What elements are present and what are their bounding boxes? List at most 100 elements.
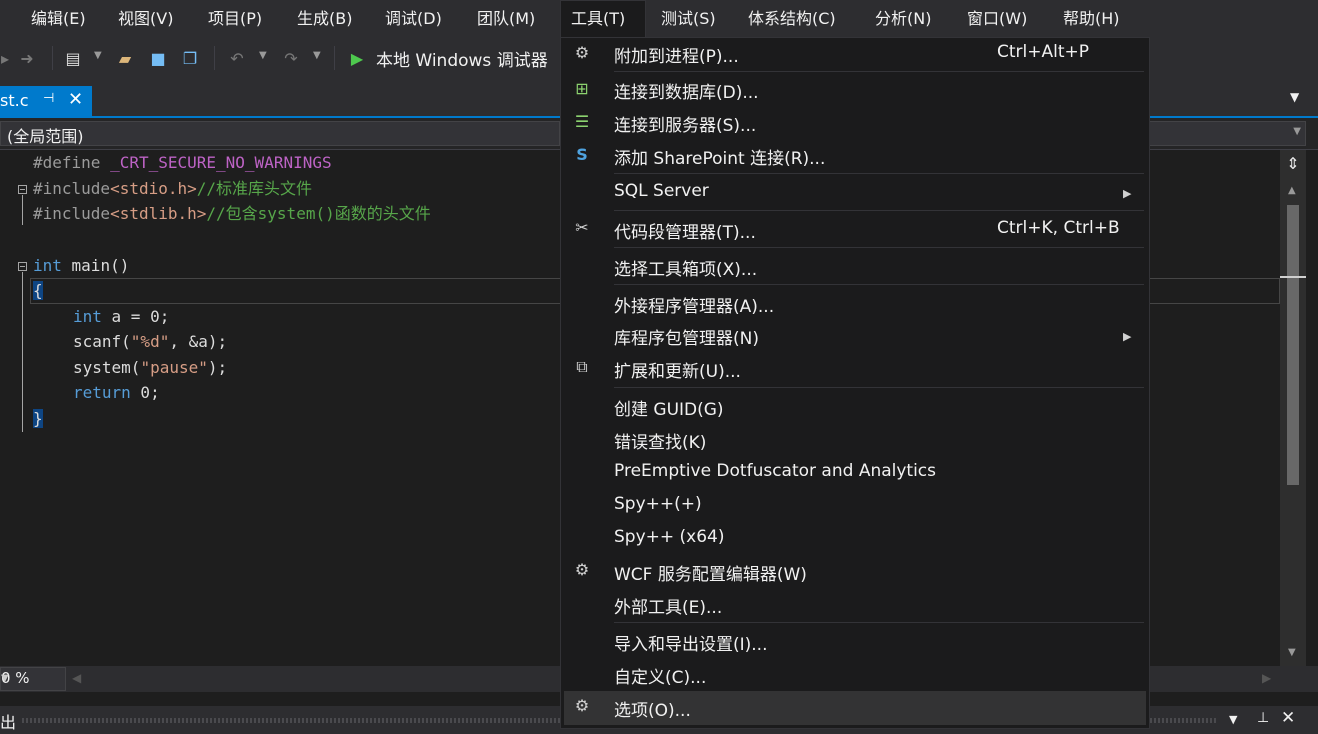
tools-menu-dropdown: ⚙ 附加到进程(P)... Ctrl+Alt+P ⊞ 连接到数据库(D)... …	[560, 37, 1150, 729]
menu-item-dotfuscator[interactable]: PreEmptive Dotfuscator and Analytics	[561, 456, 1149, 489]
extensions-icon: ⧉	[576, 357, 588, 376]
menu-separator	[614, 210, 1144, 211]
menu-window[interactable]: 窗口(W)	[957, 0, 1037, 38]
menu-separator	[614, 387, 1144, 388]
scroll-up-icon[interactable]: ▲	[1288, 185, 1296, 196]
toolbar-separator	[334, 46, 335, 70]
menu-separator	[614, 173, 1144, 174]
menu-separator	[614, 247, 1144, 248]
menu-item-external-tools[interactable]: 外部工具(E)...	[561, 588, 1149, 621]
menu-separator	[614, 284, 1144, 285]
save-all-icon[interactable]: ❐	[179, 47, 201, 69]
fold-toggle-icon[interactable]	[18, 262, 27, 271]
chevron-down-icon[interactable]: ▼	[1229, 713, 1237, 726]
menu-item-library-package-manager[interactable]: 库程序包管理器(N) ▶	[561, 320, 1149, 353]
menu-test[interactable]: 测试(S)	[651, 0, 726, 38]
menu-separator	[614, 71, 1144, 72]
menu-architecture[interactable]: 体系结构(C)	[738, 0, 846, 38]
caret-position-marker	[1280, 276, 1306, 278]
code-line: #define _CRT_SECURE_NO_WARNINGS	[33, 153, 332, 172]
menu-separator	[614, 622, 1144, 623]
back-icon[interactable]: ▸	[0, 47, 16, 69]
menu-item-customize[interactable]: 自定义(C)...	[561, 658, 1149, 691]
pin-icon[interactable]: ⊥	[1257, 710, 1269, 726]
member-dropdown[interactable]: ▼	[1148, 121, 1306, 146]
chevron-down-icon[interactable]: ▼	[94, 50, 102, 61]
menu-bar: 编辑(E) 视图(V) 项目(P) 生成(B) 调试(D) 团队(M) 工具(T…	[0, 0, 1318, 38]
menu-item-spy-x64[interactable]: Spy++ (x64)	[561, 522, 1149, 555]
scope-dropdown[interactable]: (全局范围)	[0, 121, 560, 146]
menu-item-attach-process[interactable]: ⚙ 附加到进程(P)... Ctrl+Alt+P	[561, 38, 1149, 70]
tab-label: st.c	[0, 91, 29, 110]
pin-icon[interactable]: ⊣	[43, 91, 54, 106]
redo-icon[interactable]: ↷	[280, 47, 302, 69]
undo-icon[interactable]: ↶	[226, 47, 248, 69]
menu-debug[interactable]: 调试(D)	[375, 0, 452, 38]
scope-label: (全局范围)	[7, 127, 84, 146]
scroll-left-icon[interactable]: ◀	[72, 671, 81, 685]
menu-item-addin-manager[interactable]: 外接程序管理器(A)...	[561, 287, 1149, 320]
code-line: int a = 0;	[73, 307, 170, 326]
chevron-down-icon[interactable]: ▼	[259, 50, 267, 61]
tab-list-dropdown-icon[interactable]: ▼	[1290, 90, 1299, 104]
output-title: 出	[0, 713, 17, 732]
wcf-gear-icon: ⚙	[574, 560, 590, 579]
menu-build[interactable]: 生成(B)	[287, 0, 362, 38]
menu-item-options[interactable]: ⚙ 选项(O)...	[564, 691, 1146, 725]
menu-item-sql-server[interactable]: SQL Server ▶	[561, 176, 1149, 210]
code-line: system("pause");	[73, 358, 228, 377]
play-icon[interactable]: ▶	[346, 47, 368, 69]
menu-item-connect-server[interactable]: ☰ 连接到服务器(S)...	[561, 107, 1149, 140]
run-debugger-button[interactable]: 本地 Windows 调试器	[376, 46, 548, 71]
menu-item-error-lookup[interactable]: 错误查找(K)	[561, 423, 1149, 456]
code-line: #include<stdlib.h>//包含system()函数的头文件	[33, 204, 431, 223]
code-line: {	[33, 281, 43, 300]
connect-database-icon: ⊞	[575, 79, 589, 98]
menu-tools[interactable]: 工具(T)	[560, 0, 646, 38]
menu-item-code-snippets[interactable]: ✂ 代码段管理器(T)... Ctrl+K, Ctrl+B	[561, 213, 1149, 247]
menu-view[interactable]: 视图(V)	[108, 0, 183, 38]
menu-item-connect-database[interactable]: ⊞ 连接到数据库(D)...	[561, 74, 1149, 107]
fold-line	[22, 195, 23, 225]
new-project-icon[interactable]: ▤	[62, 47, 84, 69]
scroll-right-icon[interactable]: ▶	[1262, 671, 1271, 685]
forward-icon[interactable]: ➜	[16, 47, 38, 69]
menu-item-spy[interactable]: Spy++(+)	[561, 489, 1149, 522]
menu-item-add-sharepoint[interactable]: S 添加 SharePoint 连接(R)...	[561, 140, 1149, 173]
menu-item-import-export[interactable]: 导入和导出设置(I)...	[561, 625, 1149, 658]
split-icon[interactable]: ⇕	[1280, 152, 1306, 176]
menu-edit[interactable]: 编辑(E)	[21, 0, 96, 38]
submenu-arrow-icon: ▶	[1123, 187, 1132, 200]
chevron-down-icon: ▼	[1, 673, 9, 684]
menu-help[interactable]: 帮助(H)	[1053, 0, 1130, 38]
code-line: #include<stdio.h>//标准库头文件	[33, 179, 313, 198]
menu-item-extensions-updates[interactable]: ⧉ 扩展和更新(U)...	[561, 353, 1149, 386]
snippet-icon: ✂	[575, 218, 589, 237]
submenu-arrow-icon: ▶	[1123, 330, 1132, 343]
connect-server-icon: ☰	[574, 112, 590, 131]
chevron-down-icon[interactable]: ▼	[313, 50, 321, 61]
code-line: }	[33, 409, 43, 428]
menu-project[interactable]: 项目(P)	[198, 0, 272, 38]
tab-test-c[interactable]: st.c ⊣ ✕	[0, 86, 92, 118]
options-gear-icon: ⚙	[574, 696, 590, 715]
toolbar-separator	[52, 46, 53, 70]
fold-toggle-icon[interactable]	[18, 185, 27, 194]
close-icon[interactable]: ✕	[68, 89, 83, 110]
code-line: return 0;	[73, 383, 160, 402]
close-icon[interactable]: ✕	[1281, 708, 1295, 728]
menu-item-choose-toolbox[interactable]: 选择工具箱项(X)...	[561, 250, 1149, 284]
fold-line	[22, 272, 23, 432]
menu-analyze[interactable]: 分析(N)	[865, 0, 941, 38]
chevron-down-icon: ▼	[1293, 126, 1301, 137]
vertical-scrollbar[interactable]: ⇕ ▲ ▼	[1280, 150, 1306, 666]
menu-item-create-guid[interactable]: 创建 GUID(G)	[561, 390, 1149, 423]
menu-team[interactable]: 团队(M)	[467, 0, 545, 38]
open-folder-icon[interactable]: ▰	[114, 47, 136, 69]
save-icon[interactable]: ■	[147, 47, 169, 69]
zoom-dropdown[interactable]: 0 % ▼	[0, 667, 66, 691]
code-line: scanf("%d", &a);	[73, 332, 228, 351]
scrollbar-thumb[interactable]	[1287, 205, 1299, 485]
menu-item-wcf-config[interactable]: ⚙ WCF 服务配置编辑器(W)	[561, 555, 1149, 588]
scroll-down-icon[interactable]: ▼	[1288, 647, 1296, 658]
